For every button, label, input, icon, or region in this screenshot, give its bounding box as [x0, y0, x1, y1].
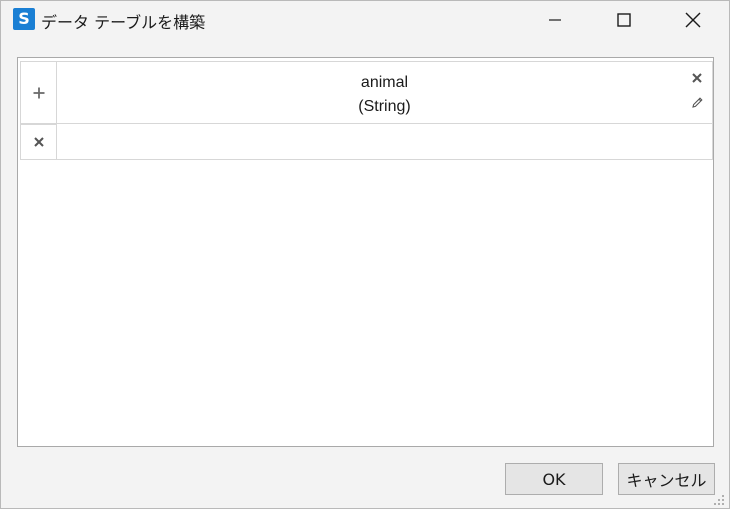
- close-icon: [685, 12, 701, 27]
- minimize-icon: [549, 18, 561, 21]
- add-column-button[interactable]: [20, 61, 57, 124]
- plus-icon: [33, 87, 44, 98]
- data-table: animal (String): [20, 61, 713, 160]
- close-button[interactable]: [670, 1, 716, 38]
- delete-column-button[interactable]: [690, 71, 704, 85]
- data-table-grid: animal (String): [17, 57, 714, 447]
- title-bar[interactable]: S データ テーブルを構築: [1, 1, 729, 38]
- ok-button[interactable]: OK: [505, 463, 603, 495]
- delete-row-button[interactable]: [20, 124, 57, 160]
- maximize-button[interactable]: [601, 1, 647, 38]
- cancel-button[interactable]: キャンセル: [618, 463, 715, 495]
- column-name: animal: [360, 74, 409, 91]
- edit-column-button[interactable]: [690, 95, 704, 109]
- resize-grip-icon[interactable]: [711, 492, 725, 506]
- close-icon: [33, 137, 44, 147]
- app-icon: S: [13, 8, 35, 30]
- table-cell[interactable]: [57, 124, 713, 160]
- close-icon: [692, 73, 702, 83]
- column-header-animal[interactable]: animal (String): [57, 61, 713, 124]
- maximize-icon: [617, 12, 631, 27]
- dialog-window: S データ テーブルを構築 animal (String) OK キャンセル: [0, 0, 730, 509]
- minimize-button[interactable]: [532, 1, 578, 38]
- column-type: (String): [358, 98, 411, 115]
- pencil-icon: [691, 96, 703, 108]
- window-title: データ テーブルを構築: [41, 13, 206, 32]
